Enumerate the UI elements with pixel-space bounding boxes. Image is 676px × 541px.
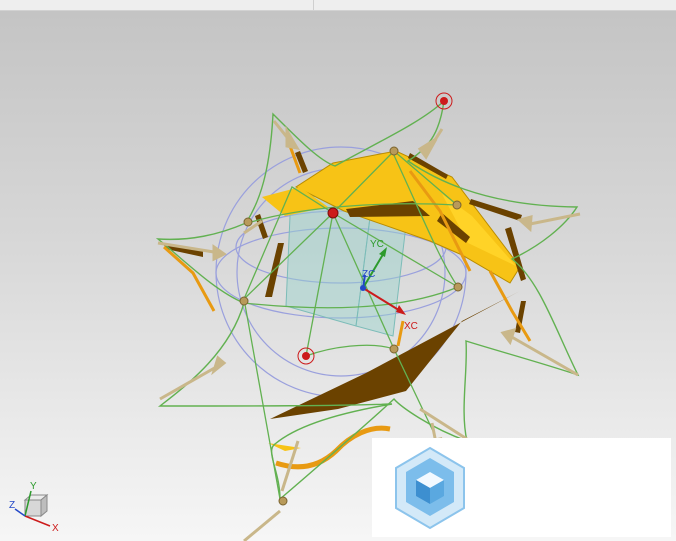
- cube-hexagon-logo-icon: [395, 446, 465, 530]
- arrow-5: [509, 334, 579, 377]
- triad-y-label: Y: [30, 481, 37, 492]
- center-point[interactable]: [327, 207, 339, 219]
- wire-8: [305, 344, 395, 357]
- triad-z-axis: [14, 508, 26, 517]
- control-point[interactable]: [302, 352, 310, 360]
- yc-label: YC: [370, 239, 384, 250]
- arrowhead-2: [417, 137, 438, 160]
- arrowhead-4: [212, 244, 227, 262]
- arrow-6: [159, 364, 219, 401]
- joint-point[interactable]: [453, 282, 463, 292]
- arrowhead-3: [516, 214, 533, 233]
- arrow-9: [243, 509, 281, 541]
- joint-point[interactable]: [239, 296, 249, 306]
- toolbar-separator: [313, 0, 314, 10]
- orange-band-5: [396, 320, 405, 347]
- view-triad: X Y Z: [9, 481, 59, 534]
- title-bar: [0, 0, 676, 11]
- arrowhead-6: [211, 355, 227, 376]
- graphics-viewport[interactable]: XC YC ZC X Y Z: [0, 11, 676, 541]
- xc-label: XC: [404, 321, 418, 332]
- joint-point[interactable]: [389, 146, 399, 156]
- csys-origin: [360, 285, 366, 291]
- watermark-panel: [372, 438, 671, 537]
- joint-point[interactable]: [452, 200, 462, 210]
- control-point[interactable]: [440, 97, 448, 105]
- arrow-7: [419, 407, 471, 443]
- zc-label: ZC: [362, 269, 375, 280]
- arrowhead-5: [500, 327, 517, 346]
- triad-z-label: Z: [9, 500, 15, 511]
- joint-point[interactable]: [389, 344, 399, 354]
- triad-x-axis: [24, 515, 51, 527]
- joint-point[interactable]: [243, 217, 253, 227]
- triad-x-label: X: [52, 523, 59, 534]
- arrow-3: [529, 212, 581, 226]
- joint-point[interactable]: [278, 496, 288, 506]
